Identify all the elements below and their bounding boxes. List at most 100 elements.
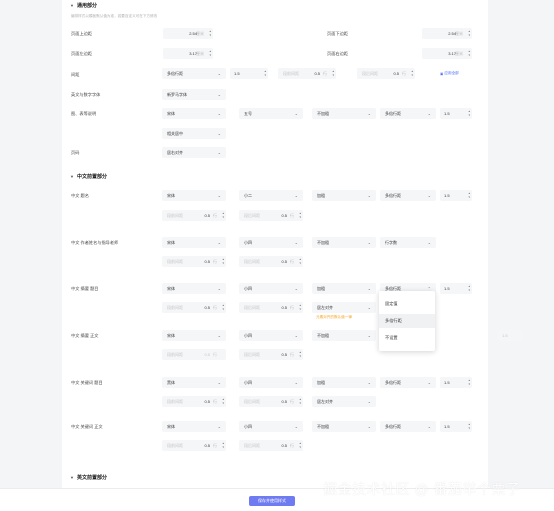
cn-keyword-title-bold-select[interactable]: 加粗 ⌄	[312, 377, 376, 388]
cn-keyword-title-align-select[interactable]: 居左对齐 ⌄	[312, 396, 376, 407]
cn-author-spacing-select[interactable]: 行字数 ⌄	[380, 237, 436, 248]
cn-keyword-title-size-select[interactable]: 小四 ⌄	[239, 377, 303, 388]
margin-top-input[interactable]: 2.54 厘米 ▴ ▾	[163, 28, 213, 39]
cn-keyword-title-spacing-value[interactable]: 1.5 ▴ ▾	[440, 377, 472, 388]
cn-abstract-title-bold-select[interactable]: 加粗 ⌄	[312, 283, 376, 294]
spacing-after-input[interactable]: 段后间距 0.5 行 ▴ ▾	[357, 68, 415, 79]
chevron-down-icon: ⌄	[217, 380, 221, 385]
cn-keyword-body-spacing-select[interactable]: 多倍行距 ⌄	[380, 421, 436, 432]
table-caption-label: 图、表等说明	[71, 111, 97, 116]
cn-keyword-title-font-select[interactable]: 黑体 ⌄	[162, 377, 226, 388]
table-bold-select[interactable]: 不加粗 ⌄	[312, 108, 376, 119]
stepper-icon[interactable]: ▴ ▾	[299, 397, 301, 405]
section-cn-title[interactable]: ▼ 中文前置部分	[70, 173, 107, 180]
stepper-icon[interactable]: ▴ ▾	[299, 211, 301, 219]
cn-keyword-title-before-input[interactable]: 段前间距 0.5 行 ▴ ▾	[162, 396, 226, 407]
cn-keyword-body-after-input[interactable]: 段后间距 0.5 行 ▴ ▾	[239, 440, 303, 451]
cn-title-size-select[interactable]: 小二 ⌄	[239, 190, 303, 201]
cn-author-after-input[interactable]: 段后间距 0.5 行 ▴ ▾	[239, 256, 303, 267]
save-apply-button[interactable]: 保存并使用样式	[249, 496, 295, 506]
cn-keyword-title-spacing-select[interactable]: 多倍行距 ⌄	[380, 377, 436, 388]
cn-title-after-input[interactable]: 段后间距 0.5 行 ▴ ▾	[239, 210, 303, 221]
cn-abstract-body-size-select[interactable]: 小四 ⌄	[239, 330, 303, 341]
table-align-select[interactable]: 相关居中 ⌄	[162, 128, 226, 139]
cn-author-before-input[interactable]: 段前间距 0.5 行 ▴ ▾	[162, 256, 226, 267]
stepper-icon[interactable]: ▴ ▾	[468, 422, 470, 430]
chevron-down-icon: ⌄	[217, 240, 221, 245]
spacing-mode-select[interactable]: 多倍行距 ⌄	[162, 68, 226, 79]
stepper-icon[interactable]: ▴ ▾	[222, 211, 224, 219]
stepper-icon[interactable]: ▴ ▾	[209, 49, 211, 57]
stepper-icon[interactable]: ▴ ▾	[468, 29, 470, 37]
cn-author-font-select[interactable]: 宋体 ⌄	[162, 237, 226, 248]
margin-left-input[interactable]: 3.17 厘米 ▴ ▾	[163, 48, 213, 59]
margin-bottom-input[interactable]: 2.54 厘米 ▴ ▾	[422, 28, 472, 39]
cn-abstract-body-font-select[interactable]: 宋体 ⌄	[162, 330, 226, 341]
cn-abstract-title-align-select[interactable]: 居左对齐 ⌄	[312, 302, 376, 313]
stepper-icon[interactable]: ▴ ▾	[299, 303, 301, 311]
cn-title-spacing-value[interactable]: 1.5 ▴ ▾	[440, 190, 472, 201]
cn-abstract-body-bold-select[interactable]: 不加粗 ⌄	[312, 330, 376, 341]
dropdown-option-none[interactable]: 不设置	[379, 331, 435, 345]
stepper-icon[interactable]: ▴ ▾	[411, 69, 413, 77]
stepper-icon[interactable]: ▴ ▾	[299, 257, 301, 265]
section-en-title[interactable]: ▼ 英文前置部分	[70, 474, 107, 481]
stepper-icon[interactable]: ▴ ▾	[468, 191, 470, 199]
digits-font-select[interactable]: 新罗马字体 ⌄	[162, 89, 226, 100]
cn-abstract-title-font-select[interactable]: 宋体 ⌄	[162, 283, 226, 294]
stepper-icon[interactable]: ▴ ▾	[222, 441, 224, 449]
cn-keyword-title-after-input[interactable]: 段后间距 0.5 行 ▴ ▾	[239, 396, 303, 407]
cn-abstract-body-after-input[interactable]: 段后间距 0.5 行 ▴ ▾	[239, 349, 303, 360]
stepper-icon[interactable]: ▴ ▾	[222, 257, 224, 265]
cn-author-size-select[interactable]: 小四 ⌄	[239, 237, 303, 248]
apply-all-link[interactable]: ▣ 应用全部	[440, 71, 459, 76]
cn-title-spacing-select[interactable]: 多倍行距 ⌄	[380, 190, 436, 201]
table-size-select[interactable]: 五号 ⌄	[239, 108, 303, 119]
cn-abstract-body-before-input[interactable]: 段前间距 0.5 行	[162, 349, 226, 360]
stepper-icon[interactable]: ▴ ▾	[222, 397, 224, 405]
stepper-icon[interactable]: ▴ ▾	[468, 378, 470, 386]
chevron-down-icon: ⌄	[217, 286, 221, 291]
cn-author-bold-select[interactable]: 不加粗 ⌄	[312, 237, 376, 248]
stepper-icon[interactable]: ▴ ▾	[222, 303, 224, 311]
cn-keyword-body-size-select[interactable]: 小四 ⌄	[239, 421, 303, 432]
chevron-down-icon: ⌄	[294, 424, 298, 429]
stepper-icon[interactable]: ▴ ▾	[299, 441, 301, 449]
stepper-icon[interactable]: ▴ ▾	[264, 69, 266, 77]
cn-title-before-input[interactable]: 段前间距 0.5 行 ▴ ▾	[162, 210, 226, 221]
chevron-down-icon: ⌄	[217, 71, 221, 76]
cn-abstract-title-before-input[interactable]: 段前间距 0.5 行 ▴ ▾	[162, 302, 226, 313]
cn-abstract-title-after-input[interactable]: 段后间距 0.5 行 ▴ ▾	[239, 302, 303, 313]
spacing-before-input[interactable]: 段前间距 0.5 行 ▴ ▾	[278, 68, 336, 79]
cn-keyword-body-label: 中文 关键词 正文	[71, 424, 103, 429]
dropdown-option-multiple[interactable]: 多倍行距	[379, 314, 435, 328]
cn-abstract-title-spacing-value[interactable]: 1.5 ▴ ▾	[440, 283, 472, 294]
stepper-icon[interactable]: ▴ ▾	[209, 29, 211, 37]
cn-title-bold-select[interactable]: 加粗 ⌄	[312, 190, 376, 201]
stepper-icon[interactable]: ▴ ▾	[468, 109, 470, 117]
table-font-select[interactable]: 宋体 ⌄	[162, 108, 226, 119]
page-number-select[interactable]: 居右对齐 ⌄	[162, 147, 226, 158]
table-spacing-value-input[interactable]: 1.5 ▴ ▾	[440, 108, 472, 119]
chevron-down-icon: ⌄	[367, 424, 371, 429]
cn-title-font-select[interactable]: 宋体 ⌄	[162, 190, 226, 201]
spacing-value-input[interactable]: 1.5 ▴ ▾	[230, 68, 268, 79]
table-spacing-select[interactable]: 多倍行距 ⌄	[380, 108, 436, 119]
stepper-icon[interactable]: ▴ ▾	[299, 350, 301, 358]
cn-keyword-body-before-input[interactable]: 段前间距 0.5 行 ▴ ▾	[162, 440, 226, 451]
settings-panel: ▼ 通用部分 编排样式以模板默认值为准，若要自定义可在下方修改 页面上边距 2.5…	[62, 0, 522, 511]
section-general-title[interactable]: ▼ 通用部分	[70, 2, 97, 9]
chevron-down-icon: ⌄	[217, 131, 221, 136]
dropdown-option-fixed[interactable]: 固定值	[379, 297, 435, 311]
stepper-icon[interactable]: ▴ ▾	[468, 284, 470, 292]
spacing-dropdown-menu: 固定值 多倍行距 不设置	[379, 291, 435, 351]
margin-right-input[interactable]: 3.17 厘米 ▴ ▾	[422, 48, 472, 59]
cn-keyword-body-bold-select[interactable]: 不加粗 ⌄	[312, 421, 376, 432]
stepper-icon[interactable]: ▴ ▾	[468, 49, 470, 57]
stepper-icon[interactable]: ▴ ▾	[332, 69, 334, 77]
page-number-label: 页码	[71, 150, 80, 155]
cn-abstract-title-size-select[interactable]: 小四 ⌄	[239, 283, 303, 294]
cn-keyword-body-font-select[interactable]: 宋体 ⌄	[162, 421, 226, 432]
cn-abstract-body-spacing-value[interactable]: 1.5	[498, 330, 522, 341]
cn-keyword-body-spacing-value[interactable]: 1.5 ▴ ▾	[440, 421, 472, 432]
